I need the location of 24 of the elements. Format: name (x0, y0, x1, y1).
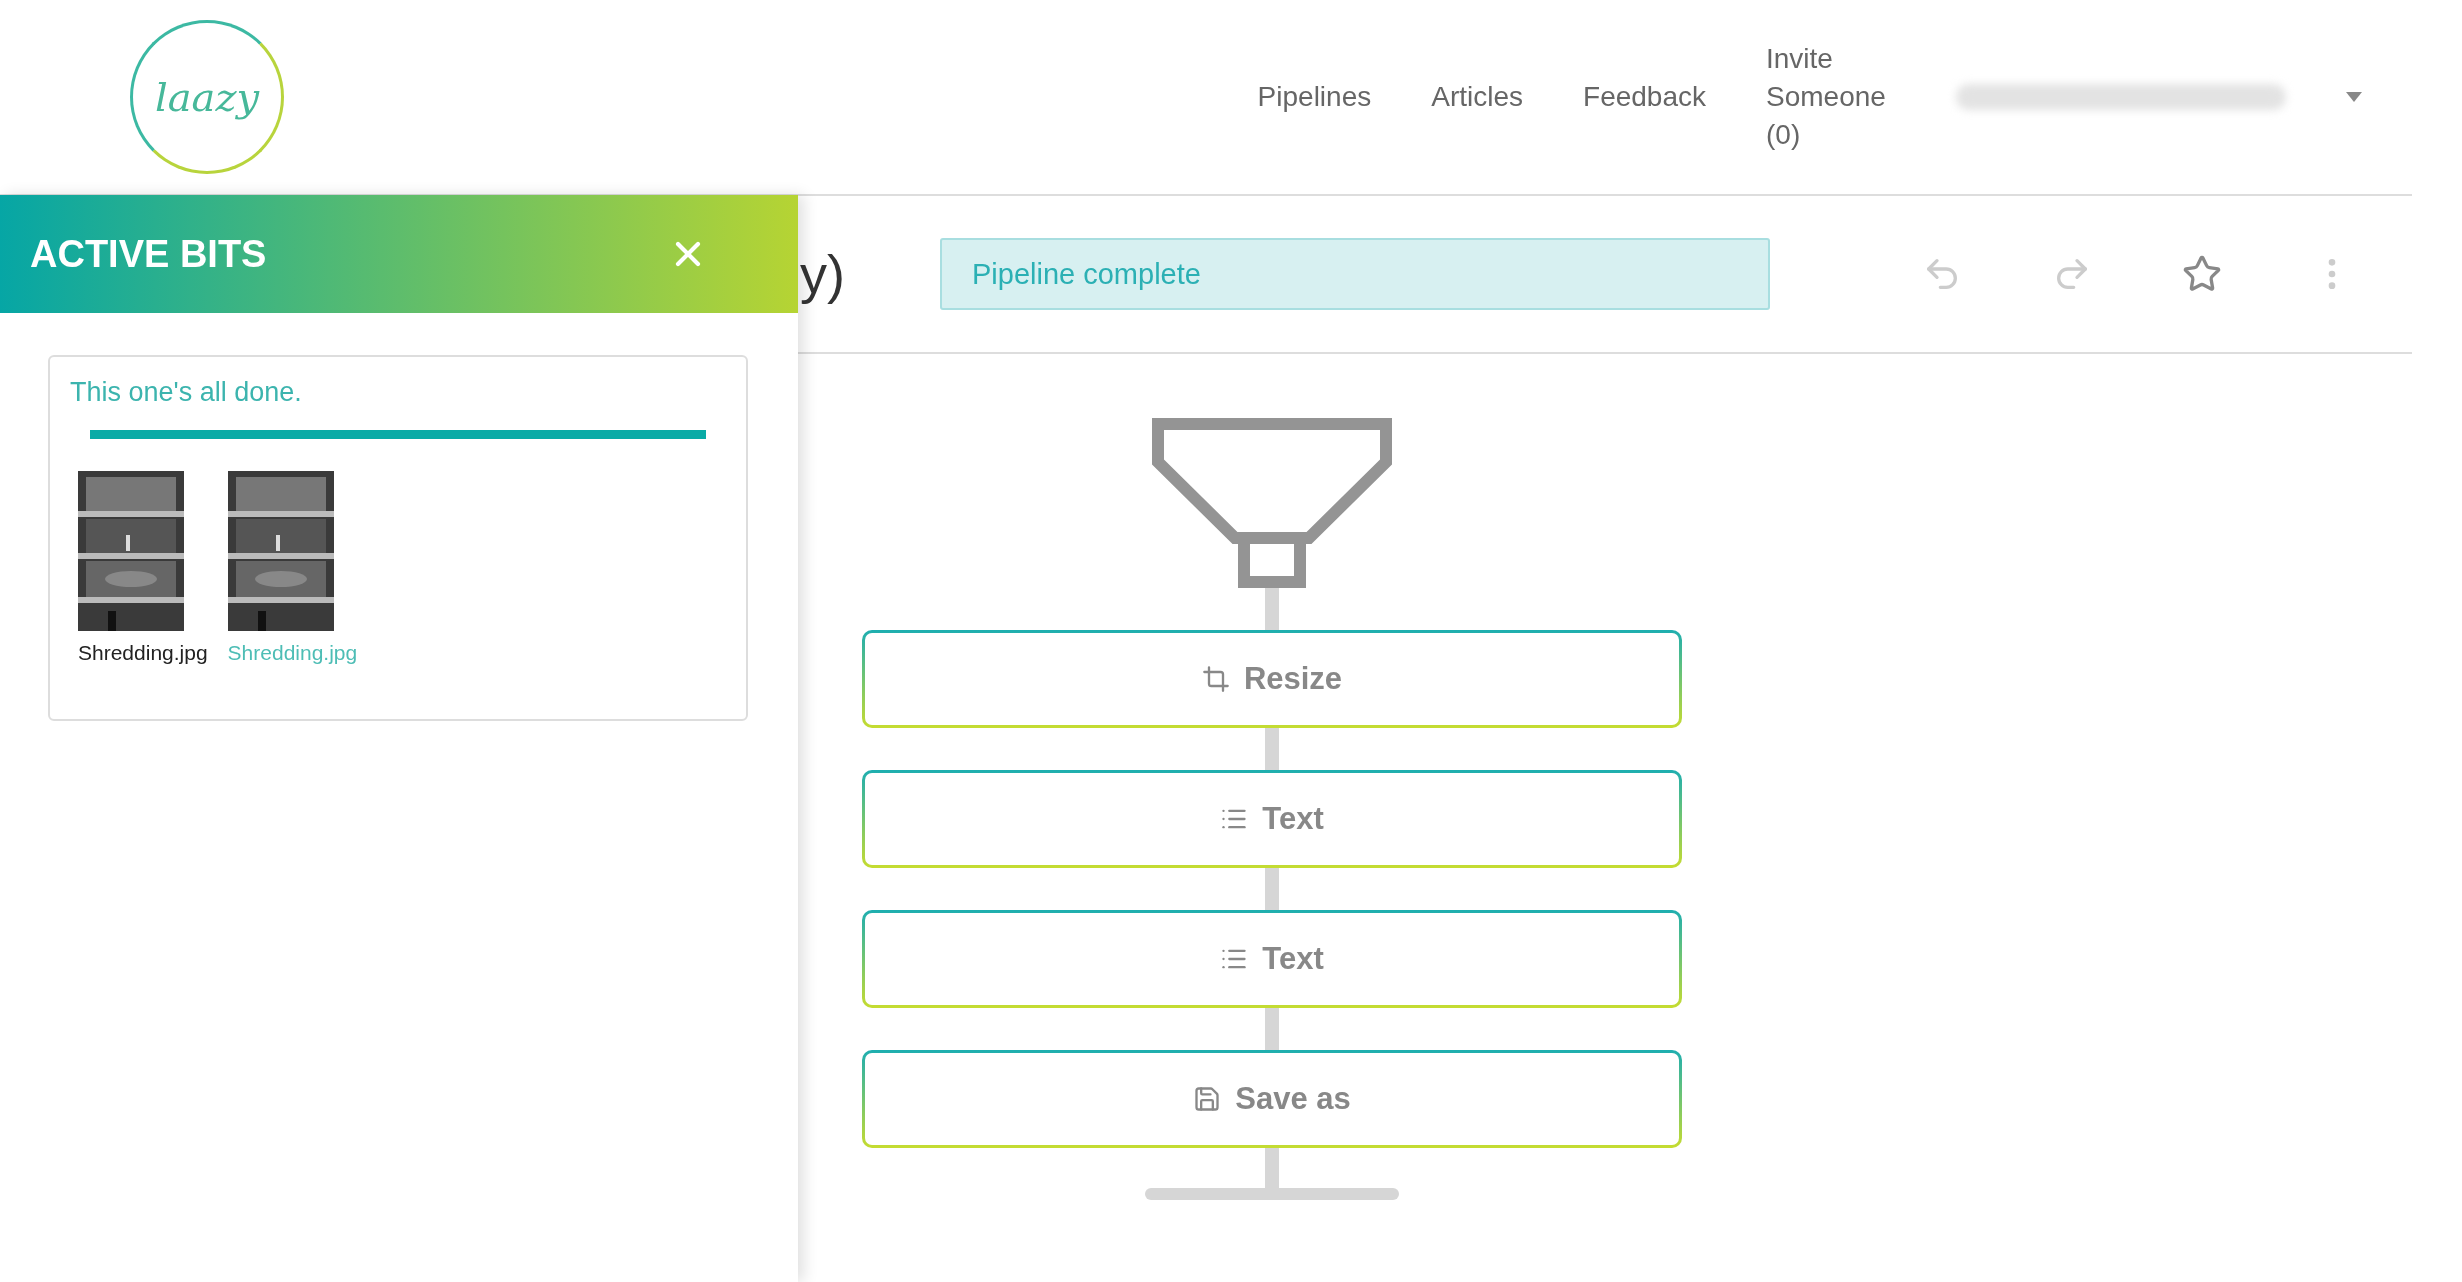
pipeline-step[interactable]: Resize (862, 630, 1682, 728)
nav-link[interactable]: Feedback (1583, 78, 1706, 116)
star-icon[interactable] (2182, 254, 2222, 294)
status-banner: Pipeline complete (940, 238, 1770, 310)
step-label: Resize (1243, 661, 1343, 697)
funnel-icon (1152, 418, 1392, 588)
step-label: Save as (1235, 1081, 1351, 1117)
pipeline-step[interactable]: Save as (862, 1050, 1682, 1148)
file-name[interactable]: Shredding.jpg (78, 641, 208, 665)
pipeline-step[interactable]: Text (862, 910, 1682, 1008)
crop-icon (1201, 665, 1230, 693)
step-label: Text (1262, 801, 1324, 837)
caret-icon[interactable] (2346, 92, 2362, 102)
save-icon (1193, 1085, 1222, 1113)
pipeline-title: y) (800, 243, 846, 305)
nav-link[interactable]: Invite Someone (0) (1766, 40, 1896, 154)
pipeline-step[interactable]: Text (862, 770, 1682, 868)
status-message: This one's all done. (70, 377, 303, 408)
file-name[interactable]: Shredding.jpg (227, 641, 358, 665)
panel-title: ACTIVE BITS (30, 232, 267, 276)
logo[interactable]: laazy (130, 20, 284, 174)
step-label: Text (1262, 941, 1324, 977)
nav-link[interactable]: Pipelines (1257, 78, 1372, 116)
nav-link[interactable]: Articles (1431, 78, 1524, 116)
